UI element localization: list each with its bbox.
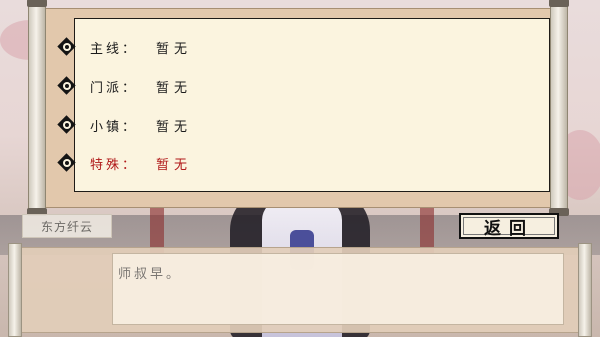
quest-label: 小镇： <box>90 119 139 135</box>
quest-diamond-icon <box>57 37 76 56</box>
quest-scroll <box>27 0 569 216</box>
dialog-rod-right <box>578 243 592 337</box>
quest-row-sect: 门派： 暂无 <box>57 75 193 97</box>
dialog-text: 师叔早。 <box>118 267 183 282</box>
dialog-box[interactable] <box>8 243 592 337</box>
quest-label: 特殊： <box>90 157 139 173</box>
speaker-name-tag: 东方纤云 <box>22 214 112 238</box>
quest-diamond-icon <box>57 115 76 134</box>
quest-row-town: 小镇： 暂无 <box>57 114 193 136</box>
quest-value: 暂无 <box>156 80 193 96</box>
quest-value: 暂无 <box>156 119 193 135</box>
quest-label: 主线： <box>90 41 139 57</box>
quest-diamond-icon <box>57 76 76 95</box>
scroll-rod-left <box>27 0 47 216</box>
quest-row-special: 特殊： 暂无 <box>57 152 193 174</box>
quest-row-main: 主线： 暂无 <box>57 36 193 58</box>
dialog-rod-left <box>8 243 22 337</box>
quest-label: 门派： <box>90 80 139 96</box>
quest-value: 暂无 <box>156 157 193 173</box>
scroll-rod-right <box>549 0 569 216</box>
quest-value: 暂无 <box>156 41 193 57</box>
quest-diamond-icon <box>57 153 76 172</box>
back-button[interactable]: 返回 <box>459 213 559 239</box>
